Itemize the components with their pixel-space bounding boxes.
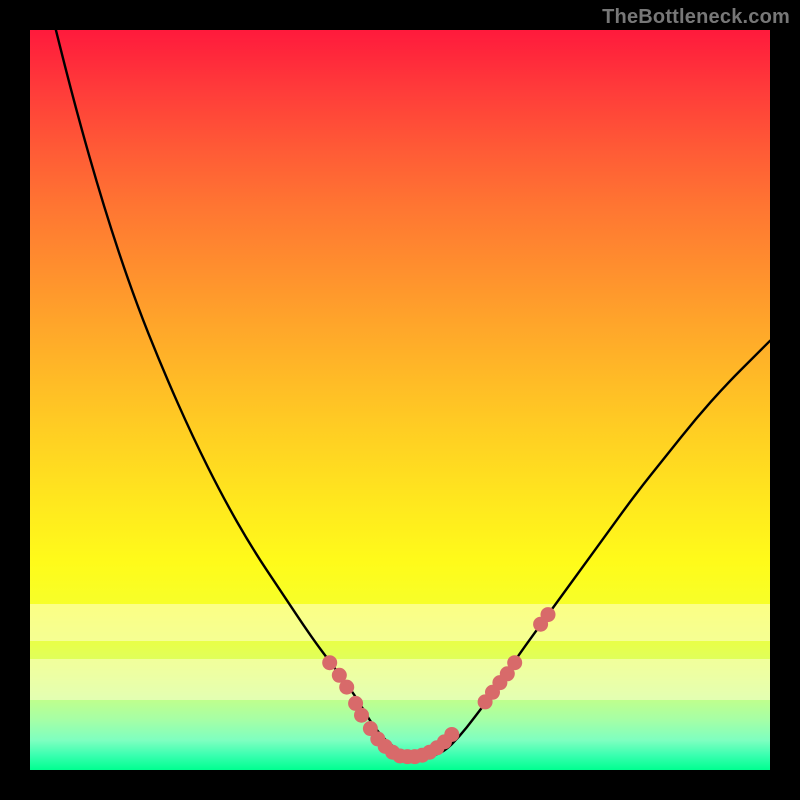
chart-frame: TheBottleneck.com — [0, 0, 800, 800]
curve-dot — [322, 655, 337, 670]
curve-dot — [354, 708, 369, 723]
curve-layer — [30, 30, 770, 770]
curve-dot — [507, 655, 522, 670]
curve-dot — [444, 727, 459, 742]
bottleneck-curve — [45, 0, 770, 757]
curve-dots — [322, 607, 555, 764]
curve-dot — [541, 607, 556, 622]
curve-dot — [339, 680, 354, 695]
plot-area — [30, 30, 770, 770]
watermark-text: TheBottleneck.com — [602, 6, 790, 29]
